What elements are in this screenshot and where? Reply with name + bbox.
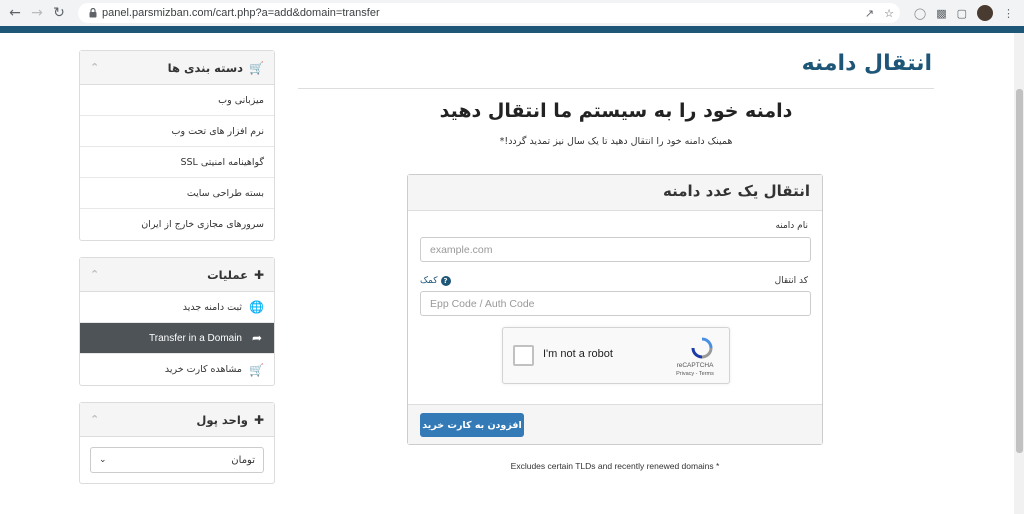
sidebar-item-label: بسته طراحی سایت <box>186 187 264 199</box>
help-link[interactable]: ? کمک <box>420 276 451 286</box>
currency-title: واحد پول <box>196 412 248 427</box>
cart-icon: 🛒 <box>249 362 264 377</box>
footnote: * Excludes certain TLDs and recently ren… <box>510 461 720 471</box>
captcha-links[interactable]: Privacy - Terms <box>671 371 719 377</box>
sidebar-item-label: ثبت دامنه جدید <box>182 301 242 313</box>
sidebar-item-label: میزبانی وب <box>218 94 264 106</box>
actions-title: عملیات <box>207 267 248 282</box>
sidebar: 🛒 دسته بندی ها ⌃ میزبانی وب نرم افزار ها… <box>79 50 275 500</box>
shield-icon[interactable]: ◯ <box>914 7 926 20</box>
sidebar-item-label: Transfer in a Domain <box>149 332 242 344</box>
share-arrow-icon: ➦ <box>251 331 263 345</box>
sidepanel-icon[interactable]: ▢ <box>957 7 967 20</box>
recaptcha-widget: I'm not a robot reCAPTCHA Privacy - Term… <box>502 327 730 384</box>
sidebar-item-ssl[interactable]: گواهینامه امنیتی SSL <box>80 147 274 178</box>
sidebar-item-vps[interactable]: سرورهای مجازی خارج از ایران <box>80 209 274 240</box>
categories-title: دسته بندی ها <box>167 60 244 75</box>
page-scrollbar[interactable] <box>1014 33 1024 514</box>
captcha-brand: reCAPTCHA <box>676 362 714 369</box>
chevron-up-icon[interactable]: ⌃ <box>90 61 99 74</box>
share-icon[interactable]: ↗ <box>865 7 874 20</box>
scrollbar-thumb[interactable] <box>1016 89 1023 453</box>
currency-select[interactable]: تومان ⌄ <box>90 447 264 473</box>
extensions-area: ◯ ▩ ▢ ⋮ <box>914 3 1014 23</box>
captcha-checkbox[interactable] <box>513 345 534 366</box>
subheadline: همینک دامنه خود را انتقال دهید تا یک سال… <box>499 136 733 147</box>
url-text: panel.parsmizban.com/cart.php?a=add&doma… <box>102 7 380 19</box>
plus-icon: ✚ <box>253 412 264 427</box>
categories-header[interactable]: 🛒 دسته بندی ها ⌃ <box>80 51 274 85</box>
site-top-bar <box>0 26 1024 33</box>
domain-input[interactable]: example.com <box>420 237 811 262</box>
sidebar-item-transfer-domain[interactable]: ➦ Transfer in a Domain <box>80 323 274 354</box>
plus-icon: ✚ <box>253 267 264 282</box>
address-bar[interactable]: panel.parsmizban.com/cart.php?a=add&doma… <box>78 3 900 23</box>
card-title: انتقال یک عدد دامنه <box>408 175 822 211</box>
sidebar-item-view-cart[interactable]: 🛒 مشاهده کارت خرید <box>80 354 274 385</box>
chevron-up-icon[interactable]: ⌃ <box>90 413 99 426</box>
puzzle-icon[interactable]: ▩ <box>936 7 946 20</box>
transfer-card: انتقال یک عدد دامنه نام دامنه example.co… <box>407 174 823 445</box>
epp-label: کد انتقال <box>774 276 808 286</box>
reload-icon[interactable]: ↻ <box>48 2 70 24</box>
sidebar-item-label: سرورهای مجازی خارج از ایران <box>141 219 264 230</box>
sidebar-item-hosting[interactable]: میزبانی وب <box>80 85 274 116</box>
sidebar-item-label: گواهینامه امنیتی SSL <box>180 156 264 168</box>
sidebar-item-label: مشاهده کارت خرید <box>164 364 242 375</box>
cart-icon: 🛒 <box>249 60 264 75</box>
lock-icon <box>84 8 102 18</box>
add-to-cart-button[interactable]: افزودن به کارت خرید <box>420 413 524 437</box>
chevron-up-icon[interactable]: ⌃ <box>90 268 99 281</box>
categories-panel: 🛒 دسته بندی ها ⌃ میزبانی وب نرم افزار ها… <box>79 50 275 241</box>
chevron-down-icon: ⌄ <box>99 455 107 465</box>
actions-panel: ✚ عملیات ⌃ 🌐 ثبت دامنه جدید ➦ Transfer i… <box>79 257 275 386</box>
card-footer: افزودن به کارت خرید <box>408 404 822 444</box>
recaptcha-logo-icon <box>691 337 713 359</box>
globe-icon: 🌐 <box>249 300 264 314</box>
sidebar-item-site-design[interactable]: بسته طراحی سایت <box>80 178 274 209</box>
sidebar-item-label: نرم افزار های تحت وب <box>171 125 264 137</box>
profile-avatar[interactable] <box>977 5 993 21</box>
menu-dots-icon[interactable]: ⋮ <box>1003 7 1014 20</box>
back-arrow-icon[interactable]: ← <box>4 2 26 24</box>
actions-header[interactable]: ✚ عملیات ⌃ <box>80 258 274 292</box>
forward-arrow-icon[interactable]: → <box>26 2 48 24</box>
browser-toolbar: ← → ↻ panel.parsmizban.com/cart.php?a=ad… <box>0 0 1024 26</box>
epp-input[interactable]: Epp Code / Auth Code <box>420 291 811 316</box>
captcha-text: I'm not a robot <box>543 348 613 360</box>
currency-header[interactable]: ✚ واحد پول ⌃ <box>80 403 274 437</box>
sidebar-item-register-domain[interactable]: 🌐 ثبت دامنه جدید <box>80 292 274 323</box>
help-question-icon: ? <box>440 276 451 286</box>
bookmark-star-icon[interactable]: ☆ <box>884 7 894 20</box>
page-title: انتقال دامنه <box>298 51 934 89</box>
currency-body: تومان ⌄ <box>80 437 274 483</box>
headline: دامنه خود را به سیستم ما انتقال دهید <box>439 100 793 122</box>
currency-selected: تومان <box>231 454 255 466</box>
currency-panel: ✚ واحد پول ⌃ تومان ⌄ <box>79 402 275 484</box>
help-label: کمک <box>420 276 438 286</box>
domain-label: نام دامنه <box>775 221 808 231</box>
sidebar-item-web-software[interactable]: نرم افزار های تحت وب <box>80 116 274 147</box>
